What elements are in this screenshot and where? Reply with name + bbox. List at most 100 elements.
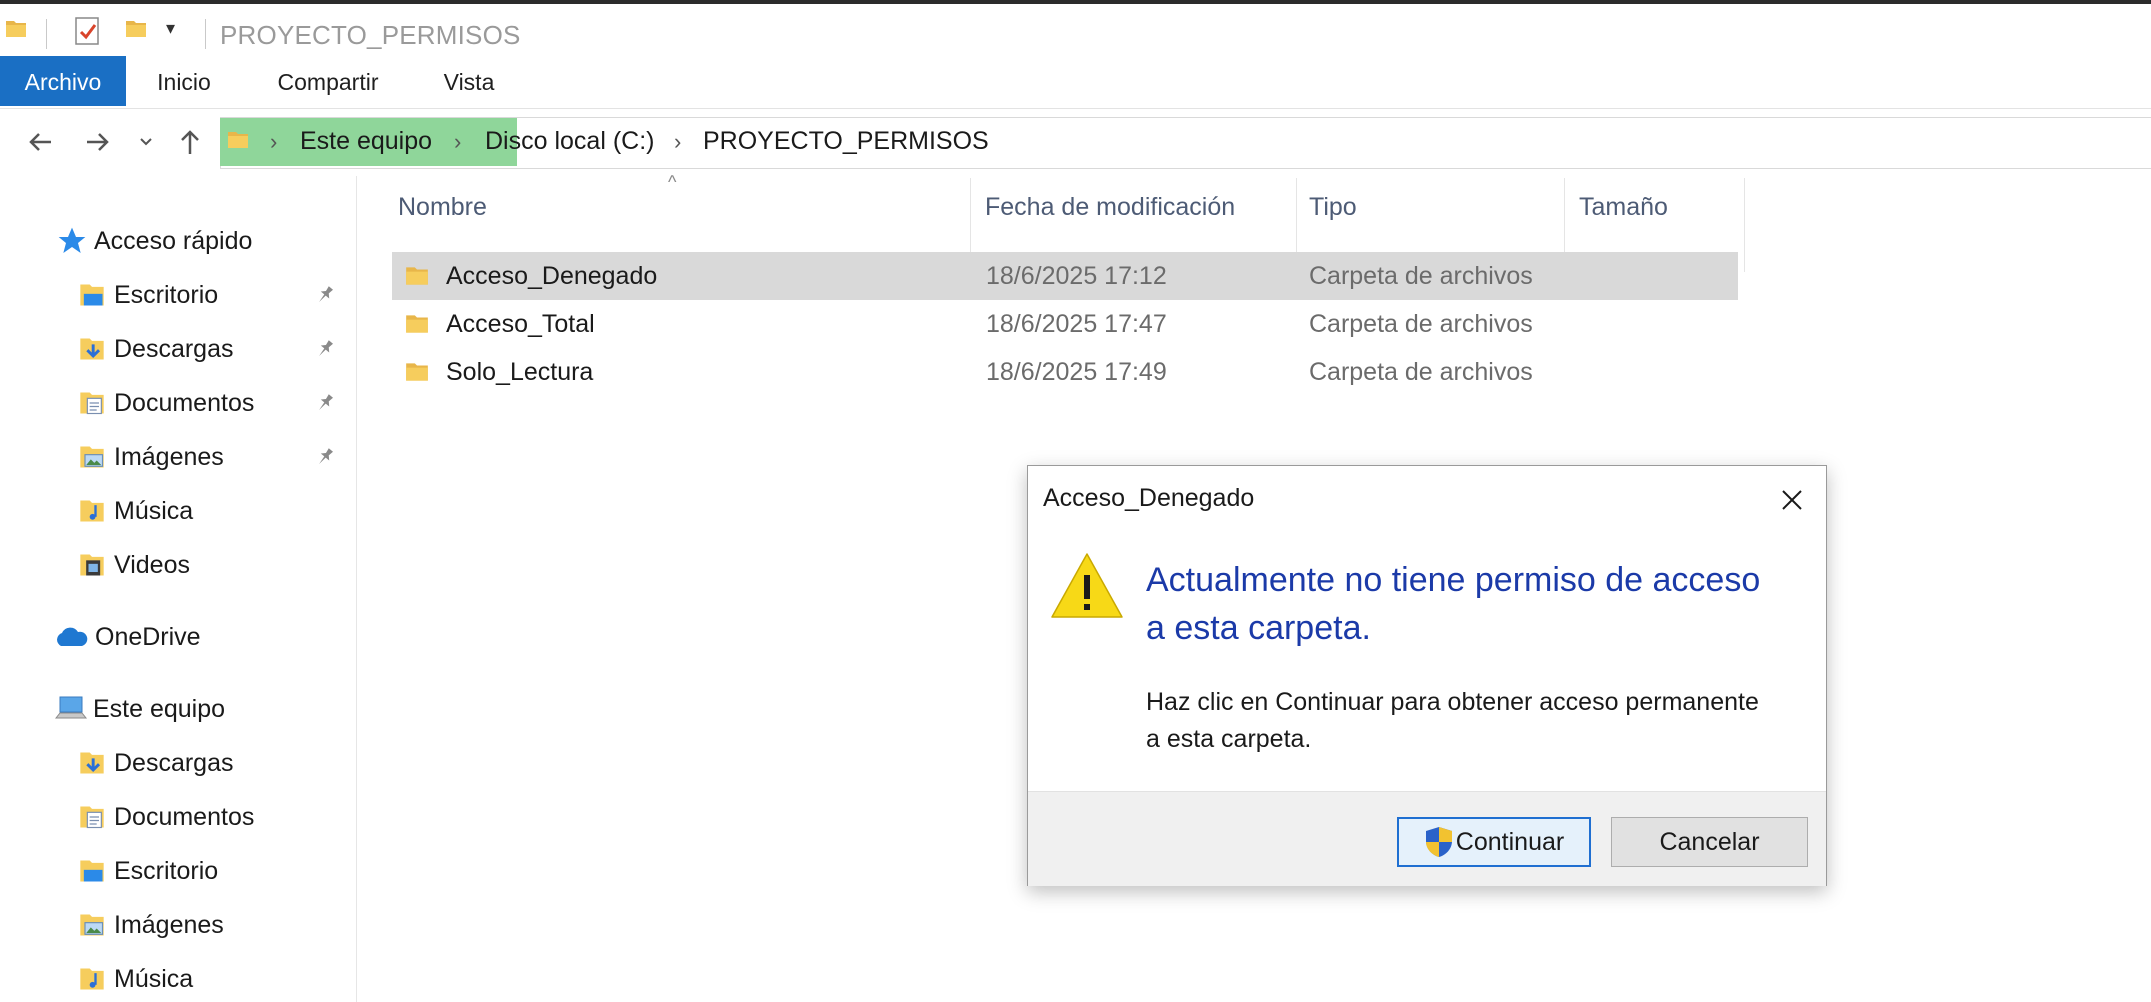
pin-icon[interactable]: [314, 392, 336, 414]
column-header-tamano[interactable]: Tamaño: [1579, 193, 1668, 222]
sidebar-item-label: Música: [114, 964, 194, 993]
folder-icon: [404, 357, 430, 387]
title-separator: [46, 19, 47, 49]
dialog-title: Acceso_Denegado: [1043, 484, 1255, 512]
desktop-folder-icon: [80, 860, 104, 882]
videos-folder-icon: [80, 554, 104, 576]
file-name: Acceso_Denegado: [446, 262, 658, 290]
tab-archivo[interactable]: Archivo: [0, 56, 126, 106]
breadcrumb-chevron-icon[interactable]: ›: [674, 129, 681, 155]
sidebar-item-label: Videos: [114, 550, 190, 579]
folder-icon: [404, 261, 430, 291]
file-row-acceso-denegado[interactable]: Acceso_Denegado 18/6/2025 17:12 Carpeta …: [392, 252, 1738, 300]
customize-toolbar-dropdown-icon[interactable]: ▾: [166, 18, 175, 39]
sidebar-item-label: Documentos: [114, 388, 255, 417]
access-denied-dialog: Acceso_Denegado Actualmente no tiene per…: [1027, 465, 1827, 886]
close-icon[interactable]: [1774, 482, 1810, 518]
sidebar-item-imagenes[interactable]: Imágenes: [78, 437, 346, 477]
sidebar-item-label: Descargas: [114, 334, 234, 363]
dialog-instructions-line: Haz clic en Continuar para obtener acces…: [1146, 688, 1759, 716]
music-folder-icon: [80, 500, 104, 522]
continue-label: Continuar: [1455, 827, 1565, 856]
sidebar-item-imagenes[interactable]: Imágenes: [78, 905, 346, 945]
sidebar-item-videos[interactable]: Videos: [78, 545, 346, 585]
sidebar-item-este-equipo[interactable]: Este equipo: [54, 689, 344, 729]
cancel-label: Cancelar: [1659, 827, 1760, 856]
cancel-button[interactable]: Cancelar: [1611, 817, 1808, 867]
sidebar-item-onedrive[interactable]: OneDrive: [52, 617, 342, 657]
pictures-folder-icon: [80, 446, 104, 468]
column-separator[interactable]: [1744, 178, 1745, 272]
folder-icon: [404, 309, 430, 339]
documents-folder-icon: [80, 806, 104, 829]
cloud-icon: [57, 627, 88, 646]
sidebar-item-documentos[interactable]: Documentos: [78, 383, 346, 423]
sidebar-item-descargas[interactable]: Descargas: [78, 329, 346, 369]
file-name: Solo_Lectura: [446, 358, 594, 386]
file-date: 18/6/2025 17:12: [986, 262, 1167, 290]
sidebar-item-musica[interactable]: Música: [78, 491, 346, 531]
column-header-fecha[interactable]: Fecha de modificación: [985, 193, 1235, 222]
file-row-acceso-total[interactable]: Acceso_Total 18/6/2025 17:47 Carpeta de …: [392, 300, 1738, 348]
sidebar-item-musica[interactable]: Música: [78, 959, 346, 999]
documents-folder-icon: [80, 392, 104, 415]
breadcrumb-este-equipo[interactable]: Este equipo: [300, 127, 432, 156]
file-date: 18/6/2025 17:49: [986, 358, 1167, 386]
uac-shield-icon: [1425, 827, 1452, 857]
column-header-tipo[interactable]: Tipo: [1309, 193, 1357, 222]
continue-button[interactable]: Continuar: [1397, 817, 1591, 867]
dialog-message: Actualmente no tiene permiso de acceso a…: [1146, 556, 1806, 652]
sidebar-item-escritorio[interactable]: Escritorio: [78, 851, 346, 891]
breadcrumb-chevron-icon[interactable]: ›: [454, 129, 461, 155]
computer-icon: [54, 696, 88, 719]
music-folder-icon: [80, 968, 104, 990]
dialog-instructions: Haz clic en Continuar para obtener acces…: [1146, 684, 1806, 758]
tab-vista[interactable]: Vista: [434, 56, 504, 106]
pictures-folder-icon: [80, 914, 104, 936]
breadcrumb-proyecto-permisos[interactable]: PROYECTO_PERMISOS: [703, 127, 989, 156]
breadcrumb-disco-local[interactable]: Disco local (C:): [485, 127, 654, 156]
sidebar-item-escritorio[interactable]: Escritorio: [78, 275, 346, 315]
properties-icon[interactable]: [74, 16, 102, 46]
forward-arrow-icon[interactable]: [78, 122, 118, 162]
sidebar-item-label: OneDrive: [95, 622, 201, 651]
sidebar-item-acceso-rapido[interactable]: Acceso rápido: [56, 221, 346, 261]
dialog-button-bar: Continuar Cancelar: [1028, 791, 1826, 886]
dialog-instructions-line: a esta carpeta.: [1146, 725, 1312, 753]
new-folder-icon[interactable]: [124, 16, 148, 42]
warning-icon: [1051, 553, 1123, 618]
sidebar-item-label: Imágenes: [114, 910, 224, 939]
dialog-message-line: a esta carpeta.: [1146, 609, 1371, 647]
sidebar-item-label: Música: [114, 496, 194, 525]
pin-icon[interactable]: [314, 446, 336, 468]
tab-compartir[interactable]: Compartir: [264, 56, 392, 106]
explorer-folder-icon: [4, 16, 28, 42]
downloads-folder-icon: [80, 338, 104, 360]
pin-icon[interactable]: [314, 338, 336, 360]
recent-locations-chevron-icon[interactable]: [128, 122, 164, 162]
sidebar-item-label: Documentos: [114, 802, 255, 831]
sidebar-item-label: Escritorio: [114, 280, 219, 309]
address-folder-icon: [226, 126, 250, 154]
file-type: Carpeta de archivos: [1309, 358, 1533, 386]
file-type: Carpeta de archivos: [1309, 262, 1533, 290]
file-name: Acceso_Total: [446, 310, 595, 338]
back-arrow-icon[interactable]: [20, 122, 60, 162]
column-header-nombre[interactable]: Nombre: [398, 193, 487, 222]
sidebar-item-label: Descargas: [114, 748, 234, 777]
breadcrumb-chevron-icon[interactable]: ›: [270, 129, 277, 155]
sidebar-item-descargas[interactable]: Descargas: [78, 743, 346, 783]
navigation-pane: Acceso rápido Escritorio Descargas Docum…: [0, 176, 357, 1002]
file-date: 18/6/2025 17:47: [986, 310, 1167, 338]
sidebar-item-label: Este equipo: [93, 694, 226, 723]
pin-icon[interactable]: [314, 284, 336, 306]
tab-inicio[interactable]: Inicio: [146, 56, 222, 106]
file-row-solo-lectura[interactable]: Solo_Lectura 18/6/2025 17:49 Carpeta de …: [392, 348, 1738, 396]
sidebar-item-label: Imágenes: [114, 442, 224, 471]
sort-ascending-icon: ^: [668, 172, 677, 192]
up-arrow-icon[interactable]: [170, 122, 210, 162]
dialog-message-line: Actualmente no tiene permiso de acceso: [1146, 561, 1761, 599]
sidebar-item-documentos[interactable]: Documentos: [78, 797, 346, 837]
downloads-folder-icon: [80, 752, 104, 774]
star-icon: [58, 227, 86, 253]
